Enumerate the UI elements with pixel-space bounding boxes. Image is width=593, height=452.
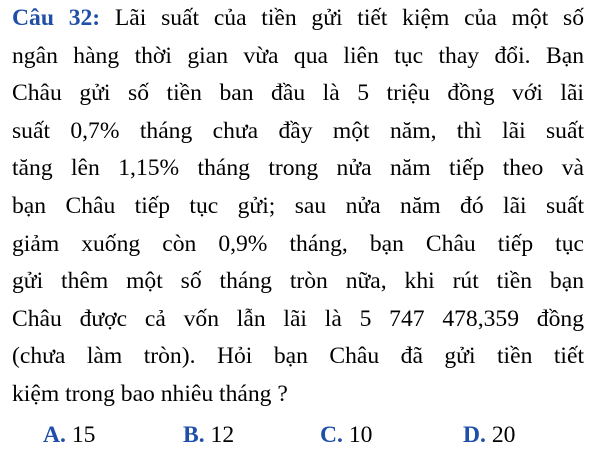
question-line-2: ngân hàng thời gian vừa qua liên tục tha… <box>12 42 584 69</box>
question-line-6: bạn Châu tiếp tục gửi; sau nửa năm đó lã… <box>12 192 584 219</box>
option-d-letter: D. <box>463 422 486 448</box>
question-line-4: suất 0,7% tháng chưa đầy một năm, thì lã… <box>12 117 584 144</box>
option-c-value: 10 <box>342 422 373 448</box>
option-b-value: 12 <box>204 422 235 448</box>
option-b-letter: B. <box>183 422 205 448</box>
question-line-7: giảm xuống còn 0,9% tháng, bạn Châu tiếp… <box>12 230 584 257</box>
option-b[interactable]: B. 12 <box>183 418 234 452</box>
question-label: Câu 32: <box>12 5 101 31</box>
option-d[interactable]: D. 20 <box>463 418 515 452</box>
option-a-letter: A. <box>43 422 66 448</box>
option-d-value: 20 <box>485 422 516 448</box>
question-line-3: Châu gửi số tiền ban đầu là 5 triệu đồng… <box>12 80 584 107</box>
question-line-1-text: Lãi suất của tiền gửi tiết kiệm của một … <box>100 5 584 31</box>
question-text: Câu 32: Lãi suất của tiền gửi tiết kiệm … <box>12 0 584 414</box>
question-line-10: (chưa làm tròn). Hỏi bạn Châu đã gửi tiề… <box>12 343 584 370</box>
option-a[interactable]: A. 15 <box>43 418 95 452</box>
question-line-5: tăng lên 1,15% tháng trong nửa năm tiếp … <box>12 155 584 182</box>
question-line-1: Câu 32: Lãi suất của tiền gửi tiết kiệm … <box>12 0 584 38</box>
option-a-value: 15 <box>65 422 96 448</box>
question-line-11: kiệm trong bao nhiêu tháng ? <box>12 380 288 407</box>
question-line-9: Châu được cả vốn lẫn lãi là 5 747 478,35… <box>12 305 584 332</box>
answer-options: A. 15 B. 12 C. 10 D. 20 <box>0 418 593 452</box>
option-c-letter: C. <box>320 422 343 448</box>
option-c[interactable]: C. 10 <box>320 418 372 452</box>
question-line-8: gửi thêm một số tháng tròn nữa, khi rút … <box>12 268 584 295</box>
